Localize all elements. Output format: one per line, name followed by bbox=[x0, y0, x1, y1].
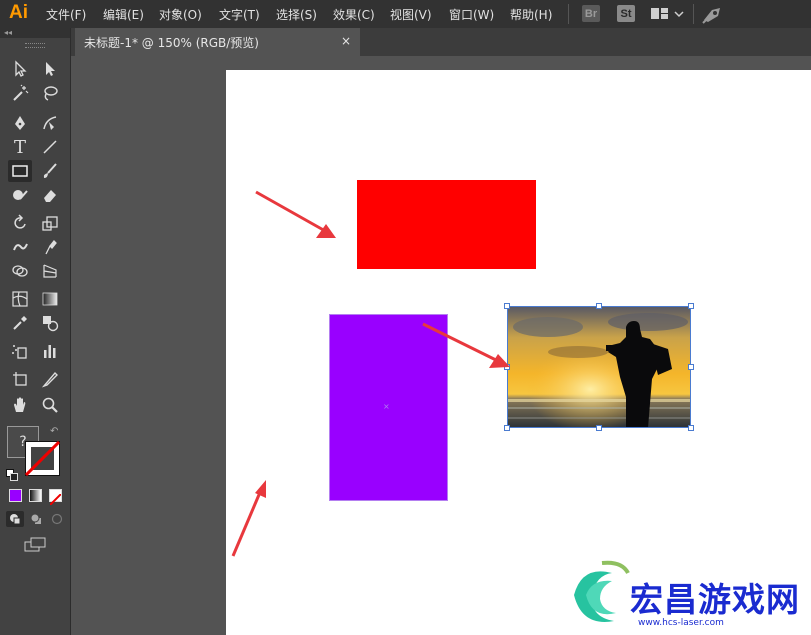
magic-wand-tool-icon[interactable] bbox=[8, 82, 32, 104]
perspective-grid-tool-icon[interactable] bbox=[38, 260, 62, 282]
workspace-layout-button[interactable] bbox=[650, 6, 686, 22]
shaper-tool-icon[interactable] bbox=[8, 184, 32, 206]
paintbrush-tool-icon[interactable] bbox=[38, 160, 62, 182]
menu-type[interactable]: 文字(T) bbox=[219, 6, 260, 23]
menu-file[interactable]: 文件(F) bbox=[46, 6, 86, 23]
eyedropper-tool-icon[interactable] bbox=[8, 312, 32, 334]
resize-handle[interactable] bbox=[504, 364, 510, 370]
gradient-mode-button[interactable] bbox=[29, 489, 42, 502]
red-rectangle[interactable] bbox=[357, 180, 536, 269]
menu-help[interactable]: 帮助(H) bbox=[510, 6, 552, 23]
layout-grid-icon bbox=[651, 8, 684, 19]
artboard-tool-icon[interactable] bbox=[8, 368, 32, 390]
color-mode-button[interactable] bbox=[9, 489, 22, 502]
resize-handle[interactable] bbox=[688, 425, 694, 431]
watermark-text: 宏昌游戏网 bbox=[630, 580, 800, 619]
resize-handle[interactable] bbox=[504, 425, 510, 431]
resize-handle[interactable] bbox=[688, 303, 694, 309]
shape-builder-tool-icon[interactable] bbox=[8, 260, 32, 282]
selection-tool-icon[interactable] bbox=[8, 58, 32, 80]
screen-mode-icon bbox=[24, 537, 46, 552]
swap-fill-stroke-icon[interactable]: ↶ bbox=[50, 426, 58, 437]
artboard[interactable]: × bbox=[226, 70, 811, 635]
mesh-tool-icon[interactable] bbox=[8, 288, 32, 310]
panel-grip[interactable] bbox=[25, 43, 45, 48]
type-tool-icon[interactable]: T bbox=[8, 136, 32, 158]
zoom-tool-icon[interactable] bbox=[38, 394, 62, 416]
bridge-button[interactable]: Br bbox=[582, 5, 600, 22]
slice-tool-icon[interactable] bbox=[38, 368, 62, 390]
screen-mode-button[interactable] bbox=[24, 537, 48, 553]
curvature-tool-icon[interactable] bbox=[38, 112, 62, 134]
draw-inside-button[interactable] bbox=[48, 511, 66, 527]
symbol-sprayer-tool-icon[interactable] bbox=[8, 340, 32, 362]
resize-handle[interactable] bbox=[688, 364, 694, 370]
direct-selection-tool-icon[interactable] bbox=[38, 58, 62, 80]
menu-window[interactable]: 窗口(W) bbox=[449, 6, 494, 23]
pen-tool-icon[interactable] bbox=[8, 112, 32, 134]
lasso-tool-icon[interactable] bbox=[38, 82, 62, 104]
menu-bar: Ai 文件(F) 编辑(E) 对象(O) 文字(T) 选择(S) 效果(C) 视… bbox=[0, 0, 811, 28]
selection-bounding-box bbox=[507, 306, 691, 428]
resize-handle[interactable] bbox=[596, 425, 602, 431]
warp-tool-icon[interactable] bbox=[8, 236, 32, 258]
rectangle-tool-icon[interactable] bbox=[8, 160, 32, 182]
draw-normal-button[interactable] bbox=[6, 511, 24, 527]
app-logo: Ai bbox=[9, 2, 28, 23]
menu-separator bbox=[693, 4, 694, 24]
rotate-tool-icon[interactable] bbox=[8, 212, 32, 234]
blend-tool-icon[interactable] bbox=[38, 312, 62, 334]
none-stroke-icon bbox=[24, 440, 61, 477]
gradient-tool-icon[interactable] bbox=[38, 288, 62, 310]
menu-effect[interactable]: 效果(C) bbox=[333, 6, 375, 23]
menu-select[interactable]: 选择(S) bbox=[276, 6, 317, 23]
panel-collapse-button[interactable]: ◂◂ bbox=[0, 28, 70, 38]
draw-behind-icon bbox=[30, 513, 41, 524]
scale-tool-icon[interactable] bbox=[38, 212, 62, 234]
none-icon bbox=[49, 493, 62, 506]
draw-behind-button[interactable] bbox=[27, 511, 45, 527]
default-colors-icon[interactable] bbox=[6, 466, 18, 481]
tools-panel: ◂◂ T ? ↶ bbox=[0, 28, 71, 635]
document-tab-bar: 未标题-1* @ 150% (RGB/预览) × bbox=[71, 28, 811, 56]
menu-object[interactable]: 对象(O) bbox=[159, 6, 202, 23]
hand-tool-icon[interactable] bbox=[8, 394, 32, 416]
watermark-url: www.hcs-laser.com bbox=[638, 618, 724, 628]
purple-rectangle[interactable]: × bbox=[329, 314, 448, 501]
free-transform-tool-icon[interactable] bbox=[38, 236, 62, 258]
resize-handle[interactable] bbox=[504, 303, 510, 309]
menu-separator bbox=[568, 4, 569, 24]
color-swatch bbox=[10, 490, 21, 501]
column-graph-tool-icon[interactable] bbox=[38, 340, 62, 362]
stroke-swatch[interactable] bbox=[24, 440, 61, 477]
center-point-icon: × bbox=[383, 402, 390, 411]
menu-view[interactable]: 视图(V) bbox=[390, 6, 432, 23]
gpu-performance-button[interactable] bbox=[700, 4, 724, 24]
none-mode-button[interactable] bbox=[49, 489, 62, 506]
document-tab[interactable]: 未标题-1* @ 150% (RGB/预览) × bbox=[75, 28, 360, 56]
draw-normal-icon bbox=[10, 514, 21, 525]
rocket-icon bbox=[702, 8, 720, 24]
watermark-logo bbox=[574, 560, 630, 622]
eraser-tool-icon[interactable] bbox=[38, 184, 62, 206]
line-segment-tool-icon[interactable] bbox=[38, 136, 62, 158]
close-icon[interactable]: × bbox=[341, 34, 351, 48]
menu-edit[interactable]: 编辑(E) bbox=[103, 6, 144, 23]
watermark: 宏昌游戏网 www.hcs-laser.com bbox=[560, 555, 811, 635]
document-tab-title: 未标题-1* @ 150% (RGB/预览) bbox=[84, 35, 259, 50]
stock-button[interactable]: St bbox=[617, 5, 635, 22]
resize-handle[interactable] bbox=[596, 303, 602, 309]
draw-inside-icon bbox=[51, 513, 63, 525]
